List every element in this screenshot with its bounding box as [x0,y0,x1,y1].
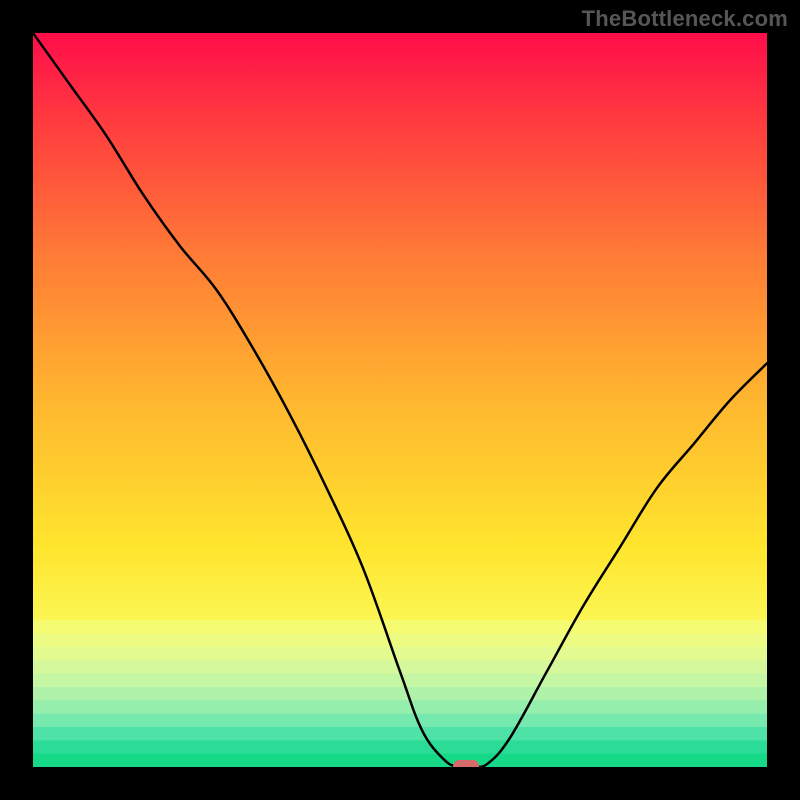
color-band [33,754,767,767]
color-band [33,634,767,648]
watermark-text: TheBottleneck.com [582,6,788,32]
color-band [33,740,767,754]
bottom-band-group [33,620,767,767]
color-band [33,714,767,728]
color-band [33,620,767,634]
plot-area [33,33,767,767]
color-band [33,647,767,661]
color-band [33,700,767,714]
chart-svg [33,33,767,767]
chart-frame: TheBottleneck.com [0,0,800,800]
color-band [33,674,767,688]
color-band [33,727,767,741]
bottleneck-marker [453,760,479,767]
color-band [33,687,767,701]
